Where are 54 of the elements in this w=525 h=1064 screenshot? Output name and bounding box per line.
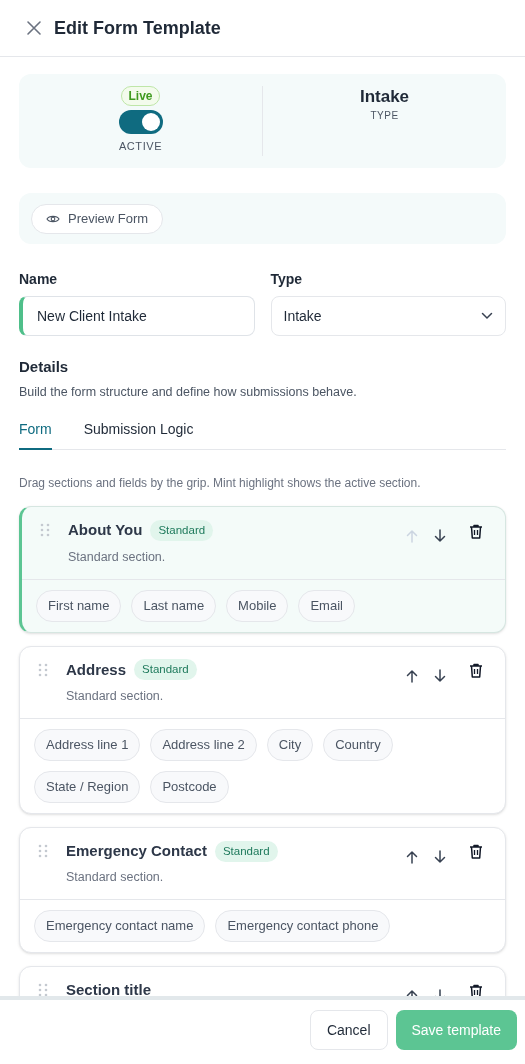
section-description: Standard section. — [66, 869, 165, 887]
grip-icon[interactable] — [38, 983, 48, 996]
type-value: Intake — [359, 86, 410, 108]
tab[interactable]: Submission Logic — [83, 419, 194, 451]
section-description: Standard section. — [66, 688, 165, 705]
section-title: Section title — [66, 980, 151, 996]
grip-icon[interactable] — [38, 662, 48, 677]
field-chip[interactable]: Email — [298, 589, 355, 622]
type-caption: TYPE — [370, 109, 399, 123]
section-card[interactable]: Section title — [19, 966, 506, 996]
toggle-label: ACTIVE — [119, 139, 162, 154]
name-input[interactable]: New Client Intake — [19, 296, 255, 336]
cancel-button[interactable]: Cancel — [309, 1010, 388, 1050]
field-label: Type — [270, 270, 304, 289]
panel-title: Edit Form Template — [54, 16, 221, 40]
section-description: Standard section. — [68, 548, 167, 566]
type-select[interactable]: Intake — [270, 296, 506, 336]
field-chip[interactable]: City — [266, 728, 314, 761]
section-title: Address — [66, 659, 127, 680]
hint-text: Drag sections and fields by the grip. Mint highlight shows the active section. — [19, 475, 422, 493]
field-chip[interactable]: First name — [36, 589, 122, 622]
field-chip[interactable]: State / Region — [34, 770, 141, 803]
section-card[interactable]: About You Standard Standard section. First name Last name Mobile Email — [19, 506, 506, 633]
eye-icon — [46, 213, 60, 224]
trash-icon[interactable] — [469, 983, 483, 996]
grip-icon[interactable] — [38, 843, 48, 858]
tab[interactable]: Form — [19, 419, 52, 451]
live-badge: Live — [121, 86, 160, 106]
field-chip[interactable]: Last name — [131, 589, 217, 622]
preview-button[interactable]: Preview Form — [31, 203, 164, 234]
chevron-down-icon — [481, 312, 493, 320]
grip-icon[interactable] — [40, 523, 50, 538]
standard-badge: Standard — [134, 659, 197, 681]
section-title: Emergency Contact — [66, 840, 207, 861]
field-chip[interactable]: Mobile — [226, 589, 289, 622]
standard-badge: Standard — [214, 840, 278, 862]
standard-badge: Standard — [150, 520, 214, 541]
field-chip[interactable]: Emergency contact phone — [215, 910, 391, 942]
section-title: About You — [68, 520, 143, 541]
close-icon[interactable] — [26, 20, 42, 36]
field-chip[interactable]: Country — [323, 728, 393, 761]
section-heading: Details — [19, 357, 70, 377]
trash-icon[interactable] — [469, 523, 483, 539]
section-card[interactable]: Address Standard Standard section. Address line 1 Address line 2 City Country State / Region Postcode — [19, 645, 506, 814]
section-card[interactable]: Emergency Contact Standard Standard section. Emergency contact name Emergency contact phone — [19, 826, 506, 953]
active-toggle[interactable] — [118, 110, 163, 134]
trash-icon[interactable] — [469, 844, 483, 860]
field-chip[interactable]: Address line 2 — [150, 728, 257, 761]
field-label: Name — [19, 270, 59, 289]
field-chip[interactable]: Emergency contact name — [34, 910, 206, 942]
section-description: Build the form structure and define how submissions behave. — [19, 383, 358, 401]
trash-icon[interactable] — [469, 663, 483, 678]
field-chip[interactable]: Postcode — [150, 770, 229, 803]
field-chip[interactable]: Address line 1 — [34, 728, 141, 761]
